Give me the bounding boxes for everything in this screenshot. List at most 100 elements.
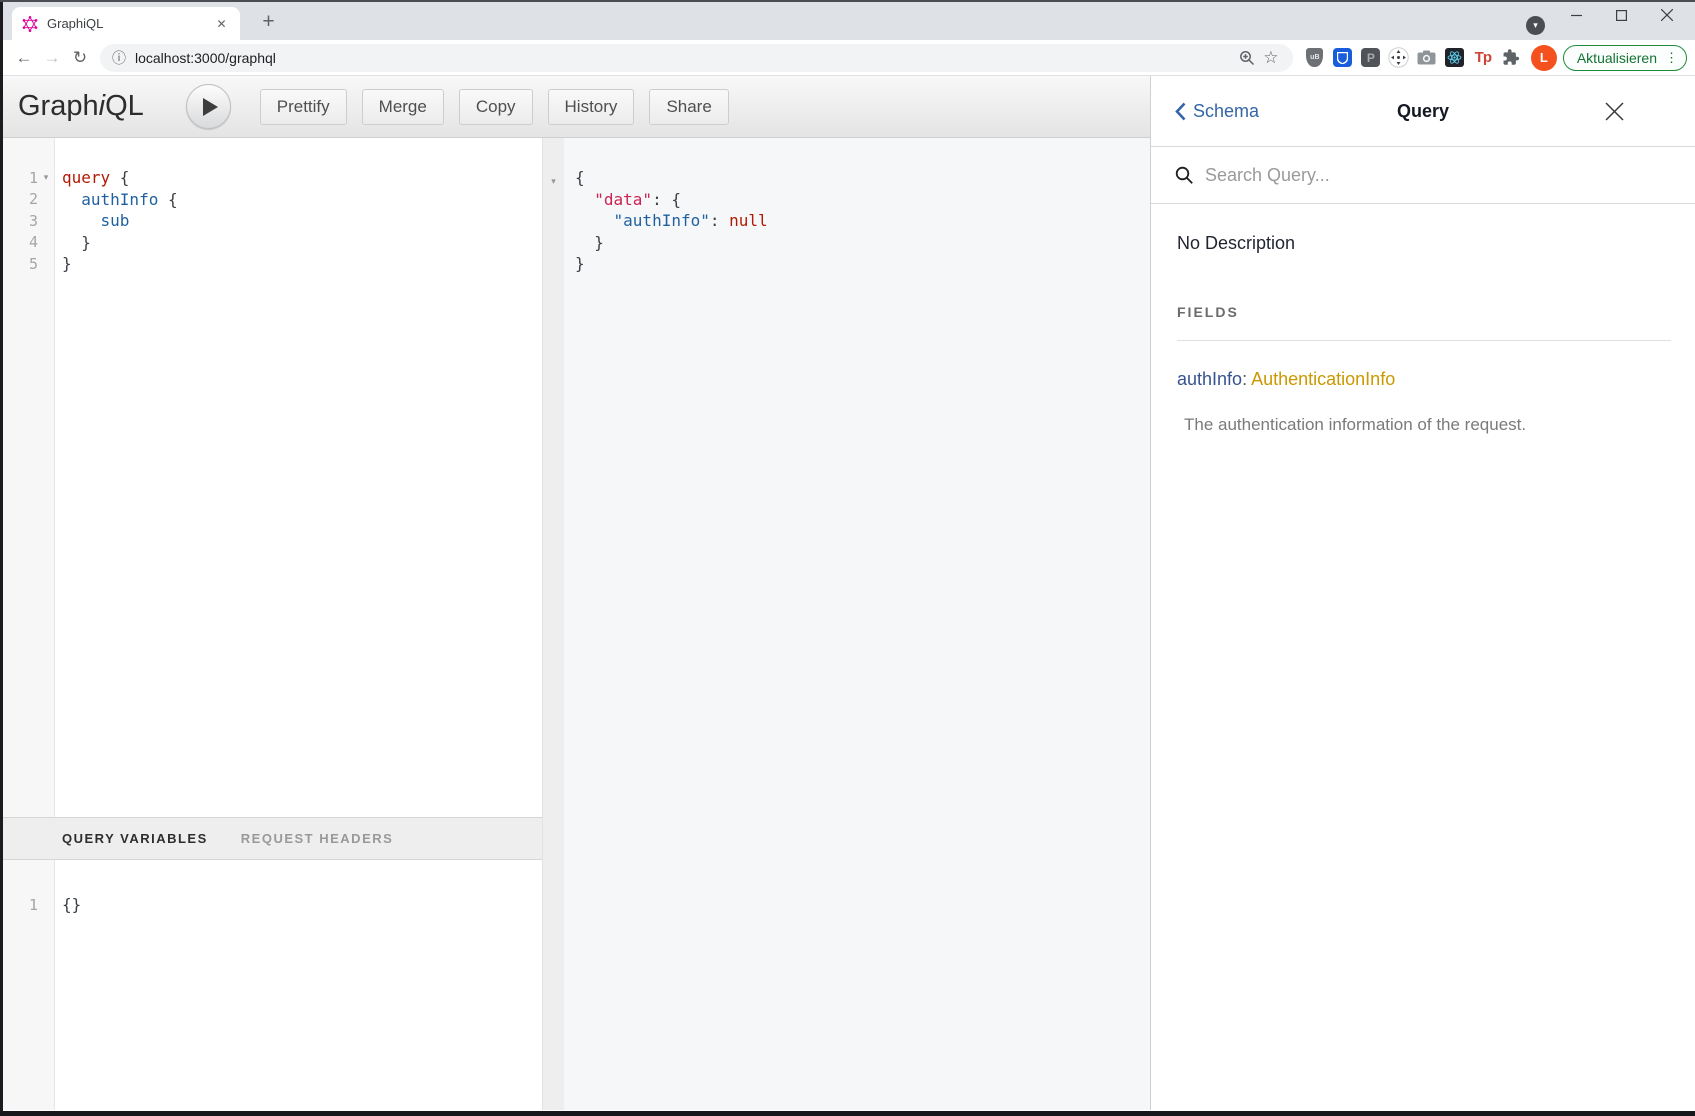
graphiql-logo: GraphiQL <box>18 90 144 123</box>
execute-query-button[interactable] <box>186 84 231 129</box>
tab-search-icon[interactable]: ▾ <box>1526 16 1545 35</box>
type-description: No Description <box>1177 233 1671 254</box>
page-info-icon[interactable]: ⓘ <box>112 48 126 68</box>
variables-editor-code[interactable]: {} <box>55 860 542 1110</box>
doc-explorer-header: Query Schema <box>1151 76 1695 147</box>
extensions-row: uB P <box>1301 44 1525 72</box>
react-devtools-extension-icon[interactable] <box>1441 44 1469 72</box>
code-line: } <box>575 253 1150 275</box>
merge-button[interactable]: Merge <box>362 89 444 125</box>
tab-title: GraphiQL <box>47 16 213 31</box>
doc-search-row <box>1151 147 1695 204</box>
window-close-button[interactable] <box>1644 2 1689 28</box>
window-frame-edge-top <box>0 0 1695 2</box>
variables-line-number-gutter: 1 <box>0 860 55 1110</box>
code-line: authInfo { <box>62 189 542 211</box>
bitwarden-extension-icon[interactable] <box>1329 44 1357 72</box>
copy-button[interactable]: Copy <box>459 89 533 125</box>
line-number: 5 <box>2 255 38 273</box>
field-name-link[interactable]: authInfo <box>1177 369 1242 389</box>
result-fold-gutter: ▾ <box>542 138 564 1110</box>
field-description: The authentication information of the re… <box>1177 415 1671 435</box>
code-line: {} <box>62 894 542 916</box>
code-line: sub <box>62 210 542 232</box>
browser-tab-strip: GraphiQL ✕ + ▾ <box>0 0 1695 40</box>
editor-line-number-gutter: 1▾2345 <box>0 138 55 817</box>
move-tool-extension-icon[interactable] <box>1385 44 1413 72</box>
gutter-line: 5 <box>0 253 54 275</box>
line-number: 3 <box>2 212 38 230</box>
gutter-line: 4 <box>0 232 54 254</box>
screenshot-camera-extension-icon[interactable] <box>1413 44 1441 72</box>
tab-query-variables[interactable]: QUERY VARIABLES <box>62 831 208 846</box>
p-extension-icon[interactable]: P <box>1357 44 1385 72</box>
back-button[interactable]: ← <box>10 44 38 72</box>
query-editor: 1▾2345 query { authInfo { sub }} <box>0 138 542 817</box>
fold-arrow-icon[interactable]: ▾ <box>38 172 54 183</box>
line-number: 1 <box>2 169 38 187</box>
tab-request-headers[interactable]: REQUEST HEADERS <box>241 831 394 846</box>
search-icon <box>1175 166 1194 185</box>
code-line: { <box>575 167 1150 189</box>
zoom-icon[interactable] <box>1235 46 1259 70</box>
extensions-puzzle-icon[interactable] <box>1497 44 1525 72</box>
new-tab-button[interactable]: + <box>255 8 282 35</box>
gutter-line: 2 <box>0 189 54 211</box>
taskbar-edge <box>0 1111 1695 1116</box>
gutter-line: 3 <box>0 210 54 232</box>
doc-close-icon[interactable] <box>1604 101 1625 122</box>
address-bar[interactable]: ⓘ localhost:3000/graphql ☆ <box>100 44 1293 72</box>
doc-back-link[interactable]: Schema <box>1175 101 1259 122</box>
result-viewer: { "data": { "authInfo": null }} <box>564 138 1150 1110</box>
doc-explorer-body: No Description FIELDS authInfo: Authenti… <box>1151 204 1695 435</box>
doc-back-label: Schema <box>1193 101 1259 122</box>
tab-close-icon[interactable]: ✕ <box>213 15 230 32</box>
graphiql-topbar: GraphiQL Prettify Merge Copy History Share <box>0 76 1150 138</box>
graphiql-toolbar-buttons: Prettify Merge Copy History Share <box>260 89 729 125</box>
gutter-line: 1▾ <box>0 167 54 189</box>
history-button[interactable]: History <box>548 89 635 125</box>
window-frame-edge <box>0 0 3 1116</box>
doc-field-entry: authInfo: AuthenticationInfo <box>1177 369 1671 390</box>
prettify-button[interactable]: Prettify <box>260 89 347 125</box>
window-maximize-button[interactable] <box>1599 2 1644 28</box>
window-controls <box>1554 2 1689 28</box>
query-variables-editor: 1 {} <box>0 860 542 1110</box>
field-type-link[interactable]: AuthenticationInfo <box>1251 369 1395 389</box>
share-button[interactable]: Share <box>649 89 728 125</box>
code-line: } <box>575 232 1150 254</box>
code-line: } <box>62 232 542 254</box>
doc-search-input[interactable] <box>1205 165 1671 186</box>
fields-divider <box>1177 340 1671 341</box>
code-line: "authInfo": null <box>575 210 1150 232</box>
reload-button[interactable]: ↻ <box>66 44 94 72</box>
bookmark-star-icon[interactable]: ☆ <box>1259 46 1283 70</box>
line-number: 4 <box>2 233 38 251</box>
line-number: 1 <box>2 896 38 914</box>
browser-tab-active[interactable]: GraphiQL ✕ <box>12 7 240 40</box>
browser-menu-icon[interactable]: ⋮ <box>1665 50 1678 66</box>
doc-explorer-panel: Query Schema No Description FIELDS authI <box>1150 76 1695 1110</box>
play-triangle-icon <box>203 98 218 116</box>
gutter-line: 1 <box>0 894 54 916</box>
variables-tab-bar: QUERY VARIABLES REQUEST HEADERS <box>0 817 542 860</box>
code-line: } <box>62 253 542 275</box>
graphiql-app: GraphiQL Prettify Merge Copy History Share 1… <box>0 76 1695 1110</box>
update-label: Aktualisieren <box>1577 50 1657 66</box>
fold-arrow-icon[interactable]: ▾ <box>551 176 556 186</box>
adblock-shield-extension-icon[interactable]: uB <box>1301 44 1329 72</box>
forward-button: → <box>38 44 66 72</box>
browser-toolbar: ← → ↻ ⓘ localhost:3000/graphql ☆ uB P <box>0 40 1695 76</box>
field-colon: : <box>1242 369 1247 389</box>
browser-update-button[interactable]: Aktualisieren ⋮ <box>1563 45 1687 71</box>
graphql-favicon-icon <box>22 16 38 32</box>
window-minimize-button[interactable] <box>1554 2 1599 28</box>
chevron-left-icon <box>1175 102 1186 121</box>
query-editor-pane: 1▾2345 query { authInfo { sub }} QUERY V… <box>0 138 542 1110</box>
url-text: localhost:3000/graphql <box>135 50 1235 66</box>
profile-avatar[interactable]: L <box>1531 45 1557 71</box>
graphiql-main-column: GraphiQL Prettify Merge Copy History Share 1… <box>0 76 1150 1110</box>
query-editor-code[interactable]: query { authInfo { sub }} <box>55 138 542 817</box>
tp-extension-icon[interactable]: Tp <box>1469 44 1497 72</box>
fields-heading: FIELDS <box>1177 304 1671 320</box>
